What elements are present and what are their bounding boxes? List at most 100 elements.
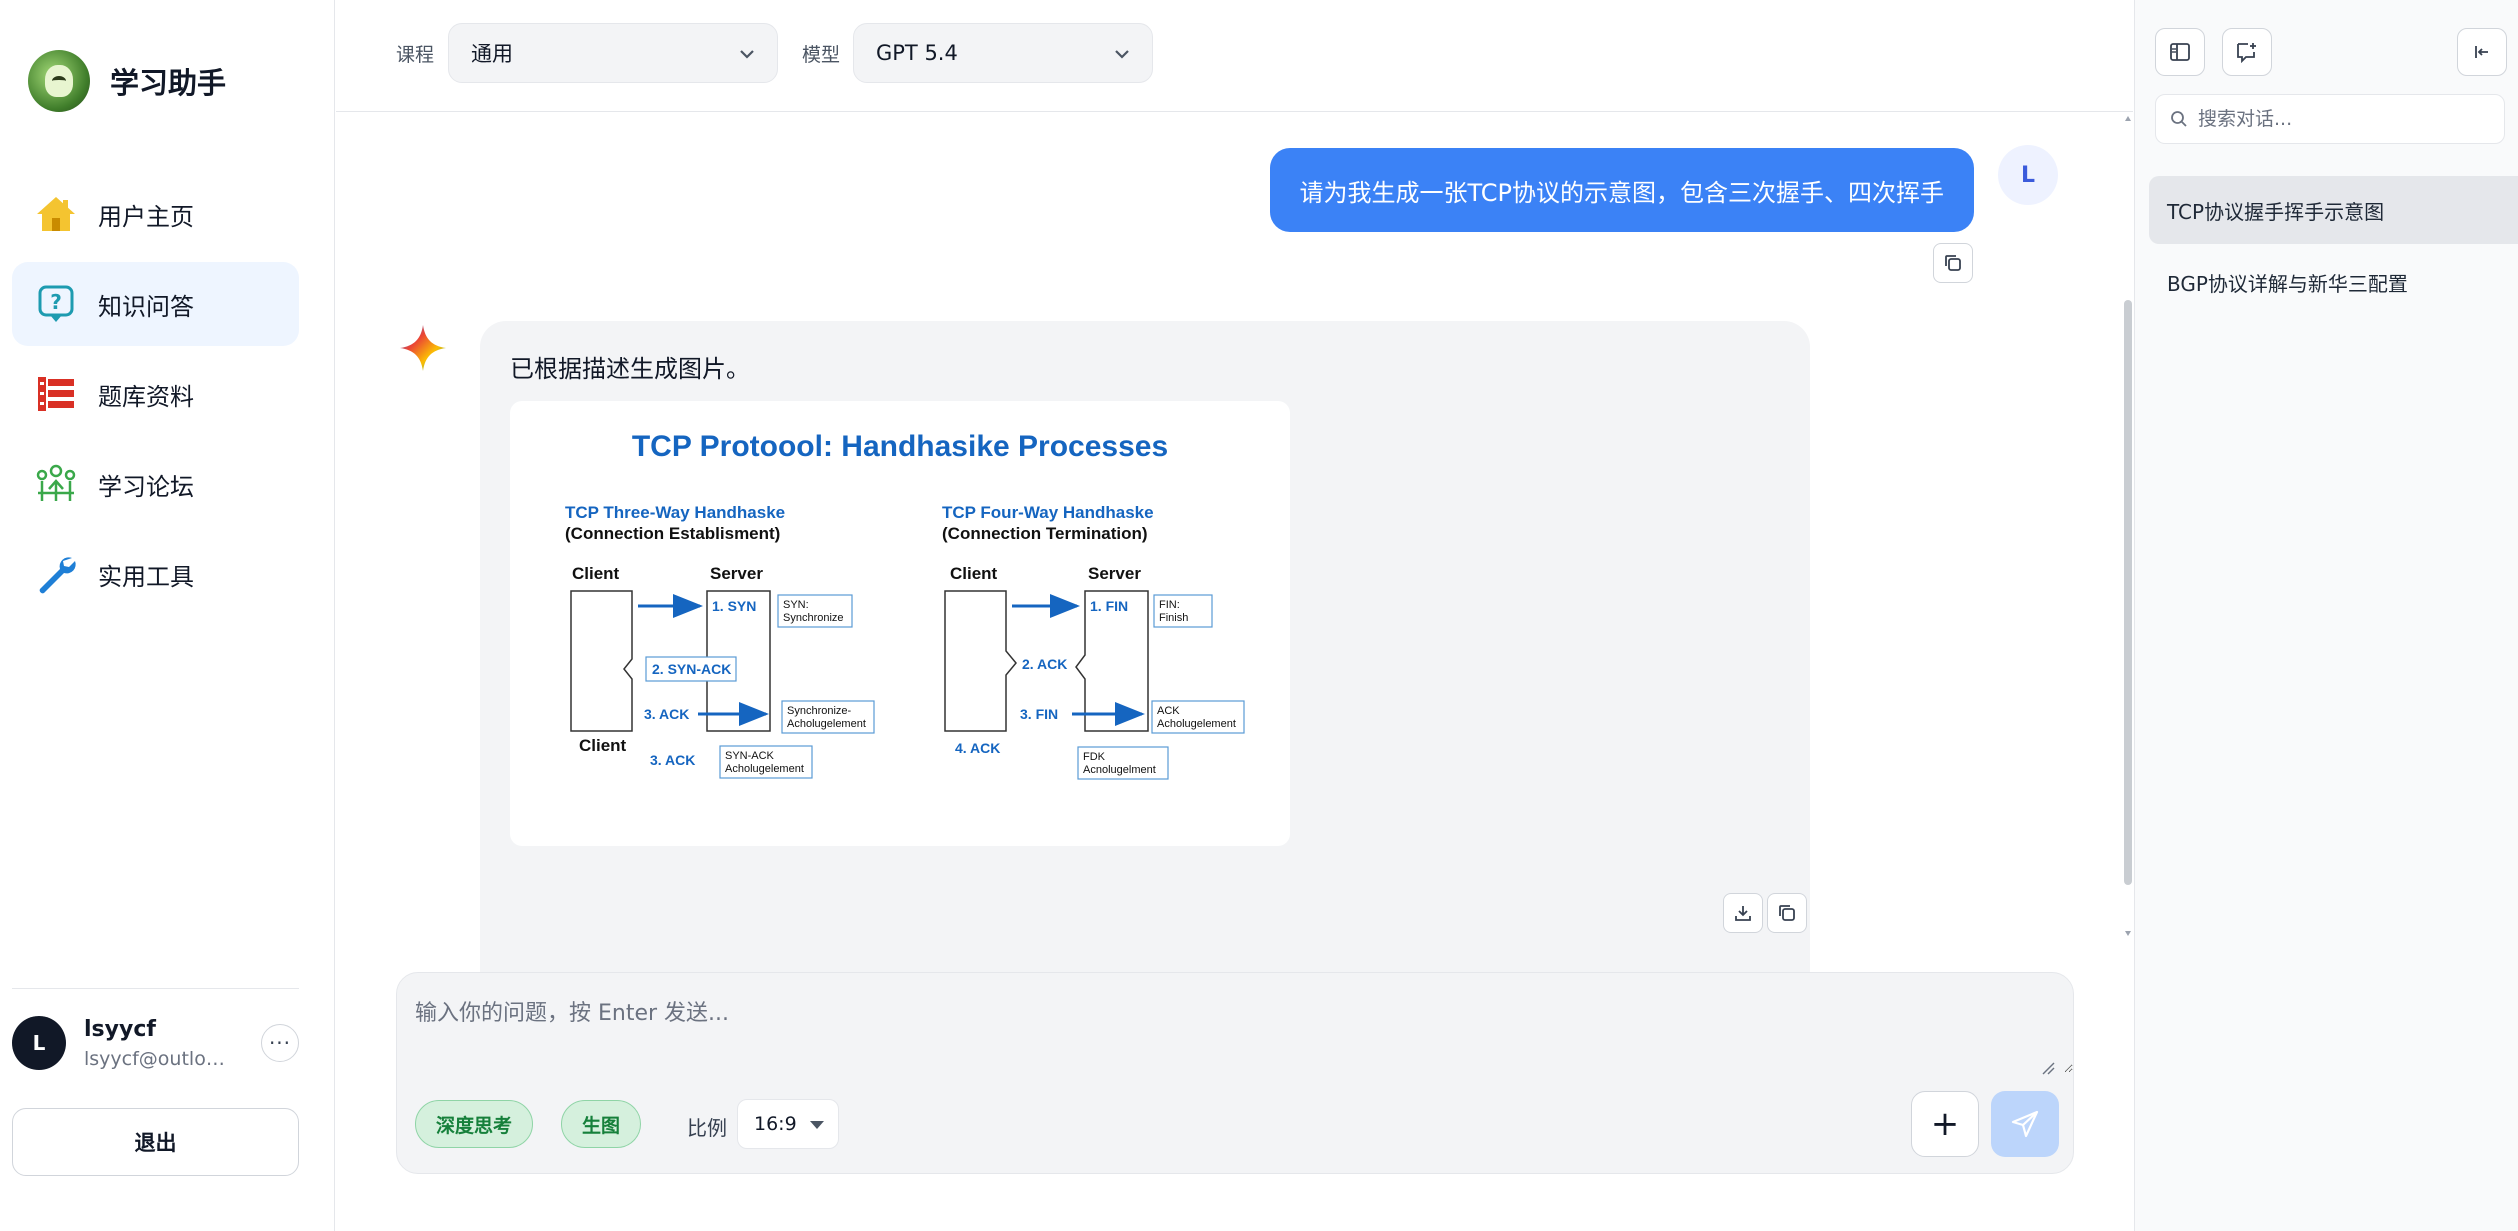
resize-handle-icon[interactable] — [2041, 1061, 2055, 1075]
user-info: lsyycf lsyycf@outloo… — [84, 1017, 234, 1070]
avatar[interactable]: L — [12, 1016, 66, 1070]
model-value: GPT 5.4 — [876, 41, 958, 65]
left-syn-note-2: Synchronize — [783, 612, 844, 624]
left-client-label: Client — [572, 564, 620, 583]
course-label: 课程 — [396, 44, 435, 66]
conversation-item[interactable]: TCP协议握手挥手示意图 — [2149, 176, 2518, 244]
scrollbar-thumb[interactable] — [2124, 300, 2132, 885]
right-fin-note-1: FIN: — [1159, 599, 1180, 611]
search-input[interactable] — [2198, 108, 2488, 130]
right-heading-2: (Connection Termination) — [942, 524, 1148, 543]
ratio-select[interactable]: 16:9 — [737, 1099, 839, 1149]
new-chat-icon — [2237, 43, 2256, 63]
nav-item-qa[interactable]: ? 知识问答 — [12, 262, 299, 346]
conversation-item[interactable]: BGP协议详解与新华三配置 — [2149, 248, 2518, 316]
course-select[interactable]: 通用 — [448, 23, 778, 83]
user-avatar: L — [1998, 145, 2058, 205]
copy-user-message-button[interactable] — [1933, 243, 1973, 283]
message-composer: 深度思考 生图 比例 16:9 + — [396, 972, 2074, 1174]
nav-item-forum[interactable]: 学习论坛 — [12, 442, 299, 526]
nav-label: 实用工具 — [98, 562, 194, 591]
sidebar-divider — [12, 988, 299, 989]
question-bank-icon — [34, 372, 78, 416]
copy-ai-message-button[interactable] — [1767, 893, 1807, 933]
deep-think-toggle[interactable]: 深度思考 — [415, 1100, 534, 1148]
nav-label: 学习论坛 — [98, 472, 194, 501]
left-ack2-label: 3. ACK — [650, 752, 695, 768]
left-synack-note-1: SYN-ACK — [725, 750, 775, 762]
conversation-history-panel: TCP协议握手挥手示意图 BGP协议详解与新华三配置 — [2134, 0, 2518, 1231]
scroll-down-icon — [2125, 931, 2131, 936]
left-heading-1: TCP Three-Way Handhaske — [565, 503, 785, 522]
ai-message-text: 已根据描述生成图片。 — [510, 355, 750, 383]
right-ack-note-2: Acholugelement — [1157, 718, 1236, 730]
message-input[interactable] — [397, 973, 2073, 1073]
right-heading-1: TCP Four-Way Handhaske — [942, 503, 1154, 522]
right-ack-note-1: ACK — [1157, 705, 1180, 717]
send-button[interactable] — [1991, 1091, 2059, 1157]
left-client-bottom-label: Client — [579, 736, 627, 755]
left-ack-note-1: Synchronize- — [787, 705, 852, 717]
more-options-button[interactable]: ··· — [261, 1024, 299, 1062]
svg-text:?: ? — [50, 290, 62, 314]
diagram-title: TCP Protoool: Handhasike Processes — [632, 430, 1168, 463]
nav-item-tools[interactable]: 实用工具 — [12, 532, 299, 616]
wrench-icon — [34, 552, 78, 596]
conversation-title: TCP协议握手挥手示意图 — [2167, 199, 2385, 224]
download-image-button[interactable] — [1723, 893, 1763, 933]
brand[interactable]: 学习助手 — [28, 50, 226, 112]
chevron-down-icon — [1115, 50, 1129, 59]
collapse-icon — [2475, 46, 2488, 58]
left-server-label: Server — [710, 564, 763, 583]
ratio-label: 比例 — [687, 1116, 727, 1140]
toggle-sidebar-button[interactable] — [2155, 28, 2205, 76]
nav-item-home[interactable]: 用户主页 — [12, 172, 299, 256]
model-select[interactable]: GPT 5.4 — [853, 23, 1153, 83]
download-icon — [1735, 906, 1751, 921]
new-chat-button[interactable] — [2222, 28, 2272, 76]
conversation-search — [2155, 94, 2505, 144]
tcp-diagram: TCP Protoool: Handhasike Processes TCP T… — [565, 430, 1245, 780]
main-nav: 用户主页 ? 知识问答 题库资料 学习论坛 实用工具 — [12, 172, 299, 622]
generated-image[interactable]: TCP Protoool: Handhasike Processes TCP T… — [510, 401, 1290, 846]
copy-icon — [1779, 905, 1795, 921]
right-client-label: Client — [950, 564, 998, 583]
chat-area: 请为我生成一张TCP协议的示意图，包含三次握手、四次挥手 L 已根据描述生成图片… — [336, 113, 2133, 996]
course-value: 通用 — [471, 42, 513, 66]
collapse-panel-button[interactable] — [2457, 28, 2507, 76]
generate-image-toggle[interactable]: 生图 — [561, 1100, 642, 1148]
left-ack-label: 3. ACK — [644, 706, 689, 722]
home-icon — [34, 192, 78, 236]
ai-assistant-icon — [400, 325, 446, 371]
right-fdk-note-2: Acnolugelment — [1083, 764, 1156, 776]
sidebar-layout-icon — [2170, 43, 2190, 61]
right-fin-label: 1. FIN — [1090, 598, 1128, 614]
brand-logo — [28, 50, 90, 112]
right-fin-note-2: Finish — [1159, 612, 1188, 624]
user-email: lsyycf@outloo… — [84, 1047, 234, 1070]
left-syn-label: 1. SYN — [712, 598, 756, 614]
left-synack-label: 2. SYN-ACK — [652, 661, 731, 677]
logout-button[interactable]: 退出 — [12, 1108, 299, 1176]
left-heading-2: (Connection Establisment) — [565, 524, 780, 543]
left-synack-note-2: Acholugelement — [725, 763, 804, 775]
scroll-up-icon — [2125, 116, 2131, 121]
user-message-bubble: 请为我生成一张TCP协议的示意图，包含三次握手、四次挥手 — [1269, 148, 1974, 232]
nav-label: 用户主页 — [98, 202, 194, 231]
user-profile: L lsyycf lsyycf@outloo… ··· — [12, 1012, 299, 1074]
right-server-label: Server — [1088, 564, 1141, 583]
model-label: 模型 — [802, 44, 841, 66]
nav-item-question-bank[interactable]: 题库资料 — [12, 352, 299, 436]
ai-message-bubble: 已根据描述生成图片。 TCP Protoool: Handhasike Proc… — [480, 321, 1810, 996]
left-sidebar: 学习助手 用户主页 ? 知识问答 题库资料 学习论坛 实用工具 L lsyycf… — [0, 0, 335, 1231]
chevron-down-icon — [740, 50, 754, 59]
send-icon — [2011, 1110, 2039, 1138]
left-client-box — [570, 590, 633, 732]
attach-button[interactable]: + — [1911, 1091, 1979, 1157]
right-fin2-label: 3. FIN — [1020, 706, 1058, 722]
forum-icon — [34, 462, 78, 506]
user-name: lsyycf — [84, 1016, 156, 1042]
nav-label: 知识问答 — [98, 292, 194, 321]
right-client-box — [944, 590, 1017, 732]
right-ack4-label: 4. ACK — [955, 740, 1000, 756]
